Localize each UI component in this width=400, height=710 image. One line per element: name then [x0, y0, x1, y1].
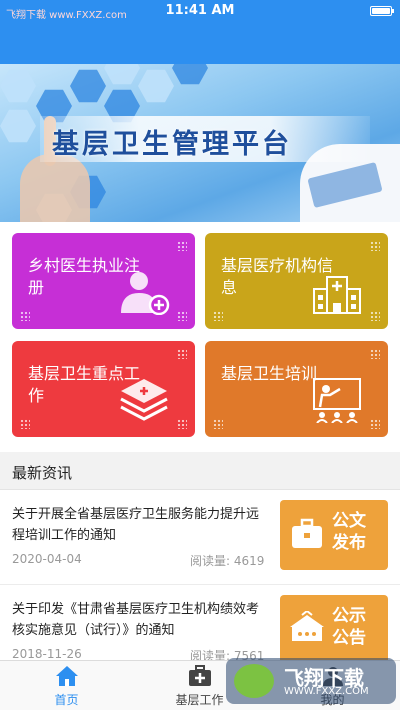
tab-label: 首页	[54, 693, 79, 707]
news-section-header: 最新资讯	[0, 452, 400, 490]
news-read-count: 阅读量: 4619	[190, 554, 265, 568]
card-key-work[interactable]: 基层卫生重点工作	[12, 341, 195, 437]
medical-kit-icon	[189, 665, 211, 686]
card-training[interactable]: 基层卫生培训	[205, 341, 388, 437]
thumbnail-text: 公文发布	[332, 511, 366, 553]
home-icon	[56, 666, 78, 686]
doctor-add-icon	[121, 272, 170, 315]
card-institution-info[interactable]: 基层医疗机构信息	[205, 233, 388, 329]
status-bar: 飞翔下载 www.FXXZ.com 11:41 AM	[0, 0, 400, 64]
watermark-url: WWW.FXXZ.COM	[284, 686, 369, 697]
hero-banner[interactable]: 基层卫生管理平台	[0, 64, 400, 222]
notice-board-icon	[290, 611, 324, 641]
news-date: 2020-04-04	[12, 552, 82, 566]
news-thumbnail: 公文发布	[280, 500, 388, 570]
thumbnail-text: 公示公告	[332, 606, 366, 648]
watermark-badge: 飞翔下载 WWW.FXXZ.COM	[226, 658, 396, 704]
news-thumbnail: 公示公告	[280, 595, 388, 665]
news-title: 关于印发《甘肃省基层医疗卫生机构绩效考核实施意见（试行）》的通知	[12, 602, 260, 638]
news-title: 关于开展全省基层医疗卫生服务能力提升远程培训工作的通知	[12, 507, 260, 543]
card-village-doctor-registration[interactable]: 乡村医生执业注册	[12, 233, 195, 329]
teacher-board-icon	[313, 378, 361, 423]
medical-layers-icon	[120, 379, 168, 421]
briefcase-icon	[292, 518, 322, 548]
feature-grid: 乡村医生执业注册 基层医疗机构信息 基层卫生重点工作 基层卫生培训	[0, 222, 400, 452]
battery-icon	[370, 6, 394, 16]
hospital-building-icon	[313, 276, 361, 314]
news-date: 2018-11-26	[12, 647, 82, 661]
tab-home[interactable]: 首页	[0, 661, 133, 710]
news-item[interactable]: 关于开展全省基层医疗卫生服务能力提升远程培训工作的通知 2020-04-04 阅…	[0, 490, 400, 585]
banner-title: 基层卫生管理平台	[52, 129, 292, 160]
watermark-logo	[234, 664, 274, 698]
status-time: 11:41 AM	[165, 3, 235, 18]
news-section-title: 最新资讯	[12, 464, 73, 482]
